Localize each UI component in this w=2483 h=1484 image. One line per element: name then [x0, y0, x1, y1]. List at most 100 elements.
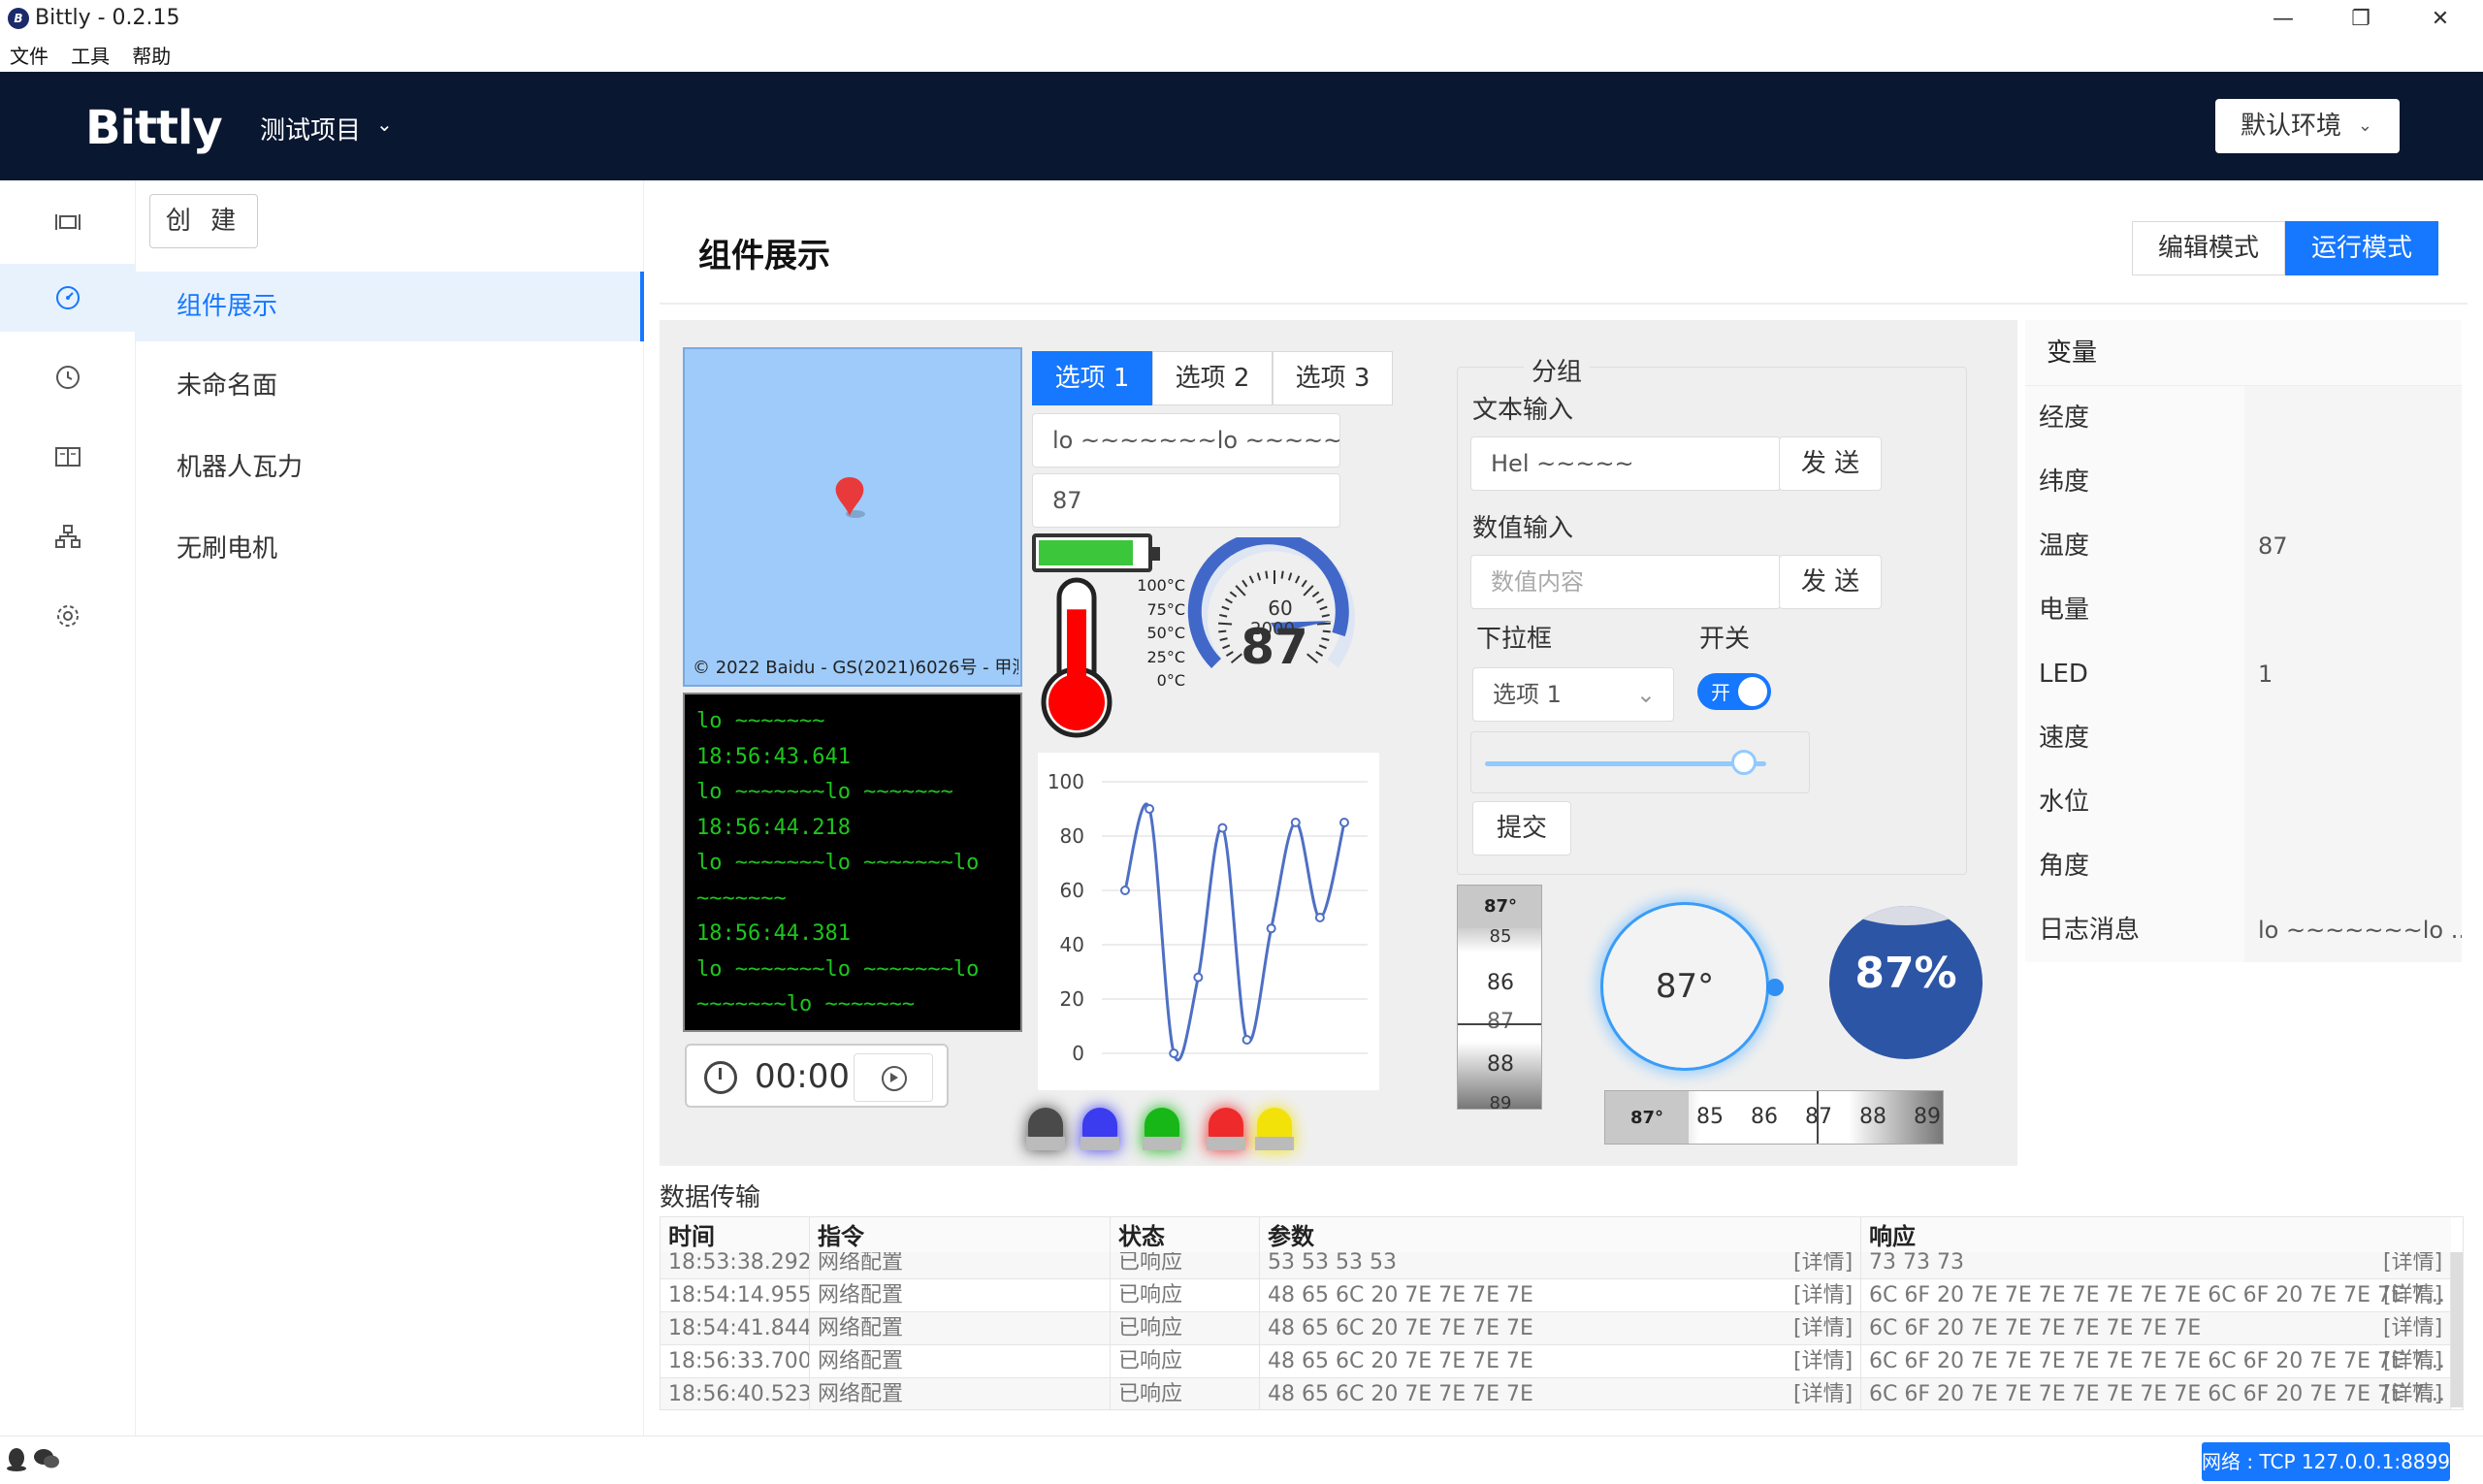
menu-file[interactable]: 文件: [10, 41, 48, 72]
rail-settings-icon[interactable]: [0, 582, 136, 650]
detail-link[interactable]: [详情]: [1793, 1345, 1853, 1378]
network-status-badge[interactable]: 网络 : TCP 127.0.0.1:8899: [2202, 1442, 2450, 1481]
detail-link[interactable]: [详情]: [1793, 1279, 1853, 1312]
table-cell-time: 18:56:40.523: [661, 1378, 810, 1409]
icon-rail: [0, 180, 136, 1436]
send-number-button[interactable]: 发 送: [1779, 555, 1882, 609]
variable-value: 1: [2244, 642, 2462, 706]
slider-handle[interactable]: [1731, 750, 1757, 775]
restore-icon[interactable]: ❐: [2332, 2, 2390, 37]
list-item-robot[interactable]: 机器人瓦力: [136, 433, 644, 502]
variable-value: [2244, 578, 2462, 642]
table-scrollbar[interactable]: [2451, 1252, 2463, 1407]
variable-name: 水位: [2025, 770, 2244, 834]
led-base: [1207, 1137, 1245, 1150]
gauge-tick: [1311, 591, 1320, 598]
number-input-label: 数值输入: [1472, 514, 1574, 543]
knob-widget[interactable]: 87°: [1600, 902, 1784, 1071]
chart-point: [1145, 804, 1155, 814]
gauge-value: 87: [1241, 619, 1308, 675]
number-display-field[interactable]: 87: [1032, 473, 1340, 528]
run-mode-button[interactable]: 运行模式: [2285, 221, 2439, 275]
close-icon[interactable]: ✕: [2411, 2, 2469, 37]
create-button[interactable]: 创 建: [149, 194, 258, 248]
list-item-unnamed[interactable]: 未命名面: [136, 351, 644, 421]
number-input[interactable]: 数值内容: [1470, 555, 1781, 609]
gauge-tick: [1322, 629, 1331, 633]
detail-link[interactable]: [详情]: [2383, 1312, 2442, 1345]
column-header-params[interactable]: 参数: [1260, 1217, 1861, 1252]
title-bar: B Bittly - 0.2.15 — ❐ ✕: [0, 0, 2483, 39]
send-text-button[interactable]: 发 送: [1779, 436, 1882, 491]
submit-button[interactable]: 提交: [1472, 801, 1571, 855]
minimize-icon[interactable]: —: [2254, 2, 2312, 37]
knob-handle[interactable]: [1766, 979, 1784, 996]
play-button[interactable]: [854, 1053, 933, 1102]
terminal-log[interactable]: lo ~~~~~~~ 18:56:43.641 lo ~~~~~~~lo ~~~…: [683, 693, 1022, 1032]
rail-dashboard-icon[interactable]: [0, 264, 136, 332]
rail-book-icon[interactable]: [0, 423, 136, 491]
detail-link[interactable]: [详情]: [2383, 1378, 2442, 1409]
switch-on-text: 开: [1711, 681, 1730, 704]
rail-panel-icon[interactable]: [0, 188, 136, 256]
tab-option-1[interactable]: 选项 1: [1032, 351, 1152, 405]
switch-toggle[interactable]: 开: [1697, 673, 1771, 710]
detail-link[interactable]: [详情]: [2383, 1279, 2442, 1312]
gauge-tick: [1221, 605, 1230, 611]
table-cell-status: 已响应: [1111, 1279, 1260, 1312]
chevron-down-icon[interactable]: ⌄: [376, 113, 393, 136]
led-base: [1255, 1137, 1294, 1150]
column-header-command[interactable]: 指令: [810, 1217, 1111, 1252]
text-input[interactable]: Hel ~~~~~: [1470, 436, 1781, 491]
table-row[interactable]: 18:56:33.700 网络配置 已响应 48 65 6C 20 7E 7E 7E …: [661, 1345, 2451, 1378]
table-cell-status: 已响应: [1111, 1312, 1260, 1345]
rail-network-icon[interactable]: [0, 502, 136, 570]
text-display-field[interactable]: lo ~~~~~~~lo ~~~~~~~lo: [1032, 413, 1340, 468]
wechat-icon[interactable]: [33, 1448, 60, 1469]
table-row[interactable]: 18:54:41.844 网络配置 已响应 48 65 6C 20 7E 7E 7E …: [661, 1312, 2451, 1345]
variable-name: 经度: [2025, 386, 2244, 450]
detail-link[interactable]: [详情]: [2383, 1345, 2442, 1378]
variable-name: 温度: [2025, 514, 2244, 578]
detail-link[interactable]: [详情]: [1793, 1378, 1853, 1409]
tab-option-3[interactable]: 选项 3: [1273, 351, 1393, 405]
list-item-motor[interactable]: 无刷电机: [136, 514, 644, 584]
detail-link[interactable]: [详情]: [1793, 1312, 1853, 1345]
led-bulb: [1257, 1108, 1292, 1139]
menu-help[interactable]: 帮助: [132, 41, 171, 72]
column-header-time[interactable]: 时间: [661, 1217, 810, 1252]
chart-point: [1266, 923, 1276, 934]
led-base: [1026, 1137, 1065, 1150]
horizontal-ruler-tick: 86: [1751, 1105, 1778, 1129]
option-select[interactable]: 选项 1 ⌄: [1472, 667, 1674, 722]
chart-y-tick: 60: [1060, 879, 1084, 902]
gauge-tick: [1242, 579, 1248, 588]
menu-tools[interactable]: 工具: [71, 41, 110, 72]
gauge-overlay-label: 60: [1268, 597, 1292, 620]
column-header-status[interactable]: 状态: [1111, 1217, 1260, 1252]
rail-history-icon[interactable]: [0, 343, 136, 411]
switch-label: 开关: [1699, 625, 1751, 654]
vertical-ruler-value: 87°: [1458, 886, 1541, 928]
gauge-tick: [1229, 591, 1238, 598]
column-header-response[interactable]: 响应: [1861, 1217, 2451, 1252]
environment-select[interactable]: 默认环境 ⌄: [2215, 99, 2400, 153]
table-cell-params: 48 65 6C 20 7E 7E 7E 7E: [1260, 1378, 1861, 1409]
list-item-component-demo[interactable]: 组件展示: [136, 272, 644, 341]
map-widget[interactable]: © 2022 Baidu - GS(2021)6026号 - 甲测资字: [683, 347, 1022, 687]
thermometer-scale: 100°C 75°C 50°C 25°C 0°C: [1125, 574, 1185, 694]
vertical-ruler-tick: 86: [1487, 971, 1514, 995]
chevron-down-icon: ⌄: [1635, 681, 1656, 708]
variable-name: 日志消息: [2025, 898, 2244, 962]
slider-track[interactable]: [1485, 761, 1766, 766]
edit-mode-button[interactable]: 编辑模式: [2132, 221, 2286, 275]
variable-value: [2244, 834, 2462, 898]
table-row[interactable]: 18:56:40.523 网络配置 已响应 48 65 6C 20 7E 7E 7E …: [661, 1378, 2451, 1409]
table-cell-resp: 6C 6F 20 7E 7E 7E 7E 7E 7E 7E 6C 6F 20 7…: [1861, 1378, 2451, 1409]
gauge-tick: [1280, 570, 1284, 579]
project-selector[interactable]: 测试项目: [260, 111, 361, 146]
table-cell-time: 18:56:33.700: [661, 1345, 810, 1378]
qq-icon[interactable]: [6, 1446, 27, 1471]
table-row[interactable]: 18:54:14.955 网络配置 已响应 48 65 6C 20 7E 7E 7E …: [661, 1279, 2451, 1312]
tab-option-2[interactable]: 选项 2: [1152, 351, 1273, 405]
